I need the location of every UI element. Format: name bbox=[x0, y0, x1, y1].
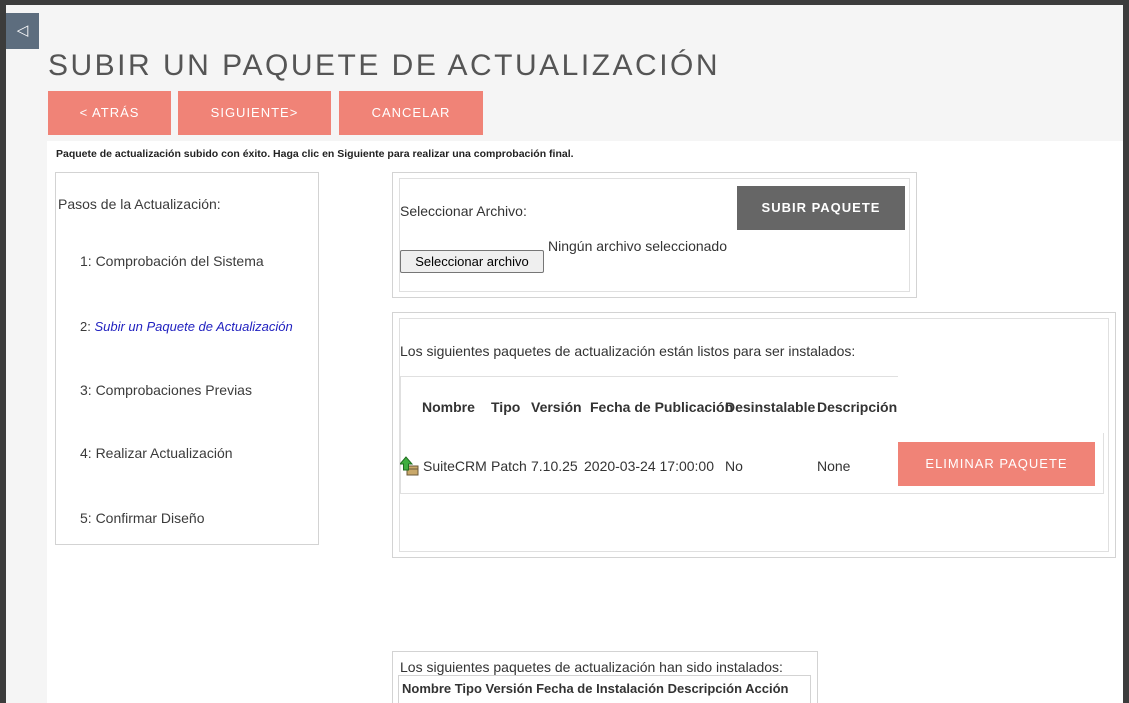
row-nombre: SuiteCRM bbox=[423, 458, 487, 474]
collapse-sidebar-icon[interactable]: ◁ bbox=[6, 13, 39, 49]
installed-packages-text: Los siguientes paquetes de actualización… bbox=[400, 659, 783, 675]
installed-table-headers: Nombre Tipo Versión Fecha de Instalación… bbox=[402, 681, 789, 696]
success-message: Paquete de actualización subido con éxit… bbox=[56, 148, 574, 160]
step-5: 5: Confirmar Diseño bbox=[80, 510, 205, 526]
steps-panel: Pasos de la Actualización: 1: Comprobaci… bbox=[55, 172, 319, 545]
main-content: ◁ SUBIR UN PAQUETE DE ACTUALIZACIÓN < AT… bbox=[6, 5, 1123, 703]
row-descripcion: None bbox=[817, 458, 851, 474]
file-select-button[interactable]: Seleccionar archivo bbox=[400, 250, 544, 273]
table-bottom-border bbox=[400, 493, 1104, 494]
ready-packages-text: Los siguientes paquetes de actualización… bbox=[400, 343, 856, 359]
row-version: 7.10.25 bbox=[531, 458, 578, 474]
step-2-link[interactable]: Subir un Paquete de Actualización bbox=[94, 319, 292, 334]
step-3: 3: Comprobaciones Previas bbox=[80, 382, 252, 398]
header-fecha: Fecha de Publicación bbox=[590, 399, 734, 415]
package-upload-icon bbox=[400, 456, 419, 476]
next-button[interactable]: SIGUIENTE> bbox=[178, 91, 331, 135]
cancel-button[interactable]: CANCELAR bbox=[339, 91, 483, 135]
step-4: 4: Realizar Actualización bbox=[80, 445, 233, 461]
no-file-selected-text: Ningún archivo seleccionado bbox=[548, 238, 727, 254]
delete-package-button[interactable]: ELIMINAR PAQUETE bbox=[898, 442, 1095, 486]
upload-package-button[interactable]: SUBIR PAQUETE bbox=[737, 186, 905, 230]
left-gutter bbox=[6, 141, 47, 703]
step-2-current: 2: Subir un Paquete de Actualización bbox=[80, 319, 293, 334]
select-file-label: Seleccionar Archivo: bbox=[400, 203, 527, 219]
header-desinstalable: Desinstalable bbox=[725, 399, 816, 415]
page-title: SUBIR UN PAQUETE DE ACTUALIZACIÓN bbox=[48, 49, 721, 82]
step-2-number: 2: bbox=[80, 319, 95, 334]
back-button[interactable]: < ATRÁS bbox=[48, 91, 171, 135]
header-tipo: Tipo bbox=[491, 399, 521, 415]
table-left-border bbox=[400, 376, 401, 494]
table-right-border bbox=[1103, 433, 1104, 494]
header-version: Versión bbox=[531, 399, 582, 415]
row-fecha: 2020-03-24 17:00:00 bbox=[584, 458, 714, 474]
step-1: 1: Comprobación del Sistema bbox=[80, 253, 264, 269]
steps-title: Pasos de la Actualización: bbox=[58, 196, 221, 212]
row-desinstalable: No bbox=[725, 458, 743, 474]
table-divider bbox=[400, 376, 898, 377]
header-nombre: Nombre bbox=[422, 399, 475, 415]
header-descripcion: Descripción bbox=[817, 399, 898, 415]
row-tipo: Patch bbox=[491, 458, 527, 474]
